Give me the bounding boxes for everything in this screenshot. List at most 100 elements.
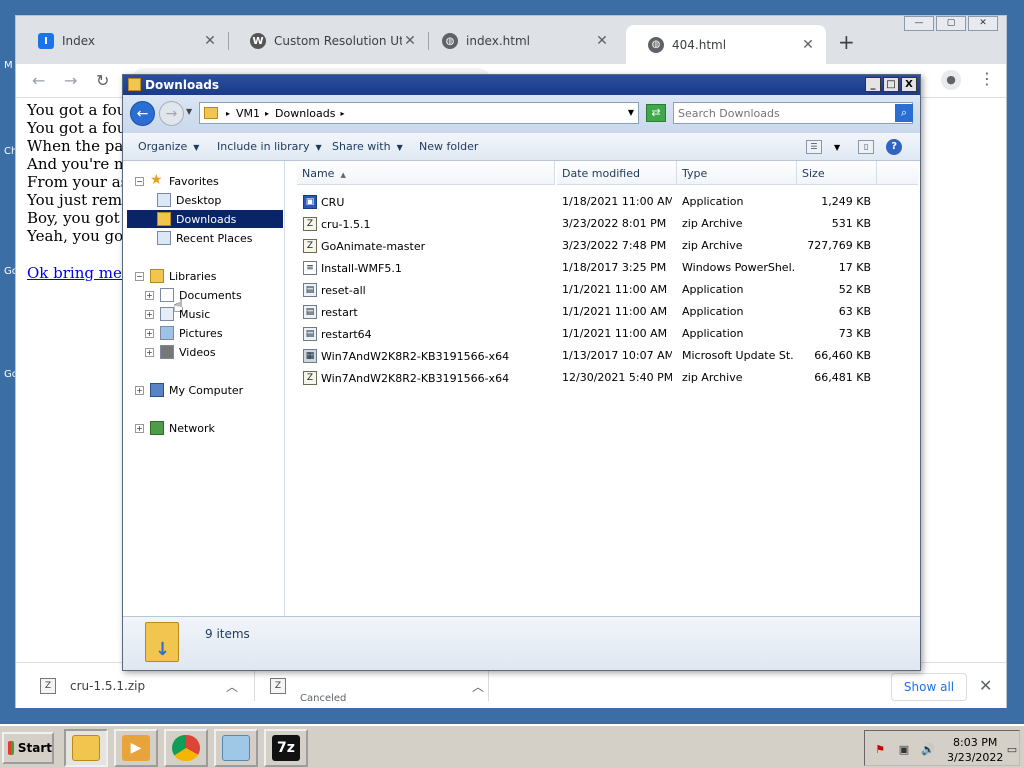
nav-downloads[interactable]: Downloads (127, 210, 283, 228)
nav-videos[interactable]: + Videos (145, 343, 216, 361)
tab-index-html[interactable]: ◍ index.html ✕ (420, 25, 620, 57)
expand-icon[interactable]: + (145, 328, 154, 338)
nav-label: Network (169, 421, 215, 435)
history-dropdown-icon[interactable]: ▼ (186, 107, 192, 116)
view-dropdown-icon[interactable]: ▼ (834, 143, 840, 152)
close-button[interactable]: ✕ (968, 16, 998, 31)
globe-icon: ◍ (648, 36, 664, 53)
file-row[interactable]: ▤ restart 1/1/2021 11:00 AM Application 6… (285, 301, 920, 323)
file-name: CRU (321, 195, 345, 209)
collapse-icon[interactable]: − (135, 271, 144, 281)
taskbar-7zip[interactable]: 7z (264, 729, 308, 767)
organize-menu[interactable]: Organize ▼ (138, 140, 199, 153)
chrome-window-controls: — ▢ ✕ (902, 16, 998, 31)
nav-network[interactable]: + Network (135, 419, 215, 437)
reload-icon[interactable]: ↻ (96, 71, 109, 90)
start-button[interactable]: Start (2, 732, 54, 764)
file-row[interactable]: Zcru-1.5.1 3/23/2022 8:01 PM zip Archive… (285, 213, 920, 235)
breadcrumb-vm1[interactable]: VM1 (236, 107, 260, 120)
maximize-button[interactable]: ▢ (936, 16, 966, 31)
tab-close-icon[interactable]: ✕ (402, 33, 418, 49)
expand-icon[interactable]: + (135, 385, 144, 395)
nav-desktop[interactable]: Desktop (157, 191, 221, 209)
file-row[interactable]: Z Win7AndW2K8R2-KB3191566-x64 12/30/2021 … (285, 367, 920, 389)
nav-recent-places[interactable]: Recent Places (157, 229, 253, 247)
breadcrumb-downloads[interactable]: Downloads (275, 107, 335, 120)
expand-icon[interactable]: + (145, 290, 154, 300)
file-row[interactable]: ▤ reset-all 1/1/2021 11:00 AM Application… (285, 279, 920, 301)
chevron-up-icon[interactable]: ︿ (472, 678, 484, 695)
file-name-cell: Zcru-1.5.1 (303, 217, 553, 231)
nav-label: Recent Places (176, 231, 253, 245)
share-with-menu[interactable]: Share with ▼ (332, 140, 403, 153)
network-icon (150, 421, 164, 435)
file-type: zip Archive (682, 371, 743, 384)
search-input[interactable] (673, 102, 913, 124)
tab-close-icon[interactable]: ✕ (800, 37, 816, 53)
network-tray-icon[interactable]: ▣ (897, 743, 911, 757)
nav-documents[interactable]: + Documents (145, 286, 242, 304)
clock[interactable]: 8:03 PM 3/23/2022 (947, 735, 1003, 765)
file-row[interactable]: ▣ CRU 1/18/2021 11:00 AM Application 1,24… (285, 191, 920, 213)
refresh-icon[interactable]: ⇄ (646, 104, 666, 122)
show-desktop-icon[interactable]: ▭ (1005, 743, 1019, 757)
back-arrow-icon[interactable]: ← (130, 101, 155, 126)
help-icon[interactable]: ? (886, 139, 903, 155)
menu-kebab-icon[interactable]: ⋮ (979, 69, 995, 88)
column-header-size[interactable]: Size (797, 161, 877, 185)
videos-icon (160, 345, 174, 359)
address-dropdown-icon[interactable]: ▼ (628, 108, 634, 117)
column-header-type[interactable]: Type (677, 161, 797, 185)
taskbar-media-player[interactable]: ▶ (114, 729, 158, 767)
file-row[interactable]: ▦ Win7AndW2K8R2-KB3191566-x64 1/13/2017 1… (285, 345, 920, 367)
collapse-icon[interactable]: − (135, 176, 144, 186)
minimize-button[interactable]: _ (865, 77, 881, 92)
explorer-titlebar[interactable]: Downloads _ □ X (123, 75, 920, 95)
back-arrow-icon[interactable]: ← (32, 71, 45, 90)
column-header-date[interactable]: Date modified (557, 161, 677, 185)
include-in-library-menu[interactable]: Include in library ▼ (217, 140, 322, 153)
nav-my-computer[interactable]: + My Computer (135, 381, 243, 399)
forward-arrow-icon[interactable]: → (64, 71, 77, 90)
nav-favorites[interactable]: − ★ Favorites (135, 172, 219, 190)
tab-close-icon[interactable]: ✕ (594, 33, 610, 49)
file-size: 66,481 KB (814, 371, 871, 384)
taskbar-chrome[interactable] (164, 729, 208, 767)
expand-icon[interactable]: + (145, 347, 154, 357)
tab-custom-resolution-utility[interactable]: W Custom Resolution Utility ✕ (228, 25, 428, 57)
file-row[interactable]: ≡ Install-WMF5.1 1/18/2017 3:25 PM Window… (285, 257, 920, 279)
profile-avatar-icon[interactable]: ● (941, 70, 961, 90)
close-button[interactable]: X (901, 77, 917, 92)
taskbar-explorer[interactable] (64, 729, 108, 767)
nav-libraries[interactable]: − Libraries (135, 267, 217, 285)
file-date: 1/1/2021 11:00 AM (562, 327, 668, 340)
nav-pictures[interactable]: + Pictures (145, 324, 223, 342)
chevron-up-icon[interactable]: ︿ (226, 678, 238, 695)
new-folder-button[interactable]: New folder (419, 140, 478, 153)
action-center-flag-icon[interactable]: ⚑ (873, 743, 887, 757)
change-view-icon[interactable]: ☰ (806, 140, 822, 154)
notepad-icon (222, 735, 250, 761)
taskbar-notepad[interactable] (214, 729, 258, 767)
minimize-button[interactable]: — (904, 16, 934, 31)
preview-pane-icon[interactable]: ▯ (858, 140, 875, 154)
close-shelf-icon[interactable]: ✕ (979, 676, 992, 695)
address-bar[interactable]: ▸ VM1 ▸ Downloads ▸ ▼ (199, 102, 639, 124)
expand-icon[interactable]: + (135, 423, 144, 433)
maximize-button[interactable]: □ (883, 77, 899, 92)
chevron-right-icon[interactable]: ▸ (226, 109, 230, 118)
chevron-right-icon[interactable]: ▸ (265, 109, 269, 118)
file-row[interactable]: Z GoAnimate-master 3/23/2022 7:48 PM zip … (285, 235, 920, 257)
show-all-button[interactable]: Show all (891, 673, 967, 701)
tab-404-html[interactable]: ◍ 404.html ✕ (626, 25, 826, 64)
expand-icon[interactable]: + (145, 309, 154, 319)
file-row[interactable]: ▤ restart64 1/1/2021 11:00 AM Application… (285, 323, 920, 345)
tab-index[interactable]: I Index ✕ (16, 25, 228, 57)
forward-arrow-icon[interactable]: → (159, 101, 184, 126)
new-tab-button[interactable]: + (838, 30, 855, 54)
tab-close-icon[interactable]: ✕ (202, 33, 218, 49)
chevron-right-icon[interactable]: ▸ (340, 109, 344, 118)
column-header-name[interactable]: Name ▲ (297, 161, 555, 185)
volume-icon[interactable]: 🔊 (921, 743, 935, 757)
search-icon[interactable]: ⌕ (895, 104, 913, 122)
